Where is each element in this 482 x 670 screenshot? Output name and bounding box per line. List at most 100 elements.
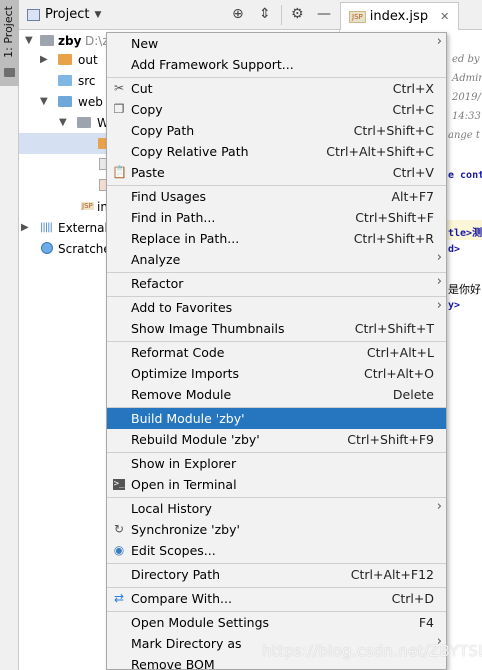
menu-item-label: Add Framework Support... <box>131 57 294 72</box>
project-tool-tab[interactable]: 1: Project <box>0 0 19 86</box>
menu-item-label: Replace in Path... <box>131 231 240 246</box>
menu-item-label: Copy Path <box>131 123 195 138</box>
project-tool-tab-label: 1: Project <box>2 6 15 58</box>
menu-item-shortcut: Ctrl+Alt+F12 <box>350 567 434 582</box>
code-line: ange t <box>448 130 480 141</box>
menu-item-build-module[interactable]: Build Module 'zby' <box>107 408 446 429</box>
scope-icon: ◉ <box>113 543 125 557</box>
paste-icon: 📋 <box>112 165 127 179</box>
chevron-down-icon[interactable]: ▼ <box>59 117 67 128</box>
menu-item-open-in-terminal[interactable]: >_ Open in Terminal <box>107 474 446 495</box>
menu-item-local-history[interactable]: Local History › <box>107 498 446 519</box>
locate-icon[interactable]: ⊕ <box>232 6 244 22</box>
editor-tab-index-jsp[interactable]: JSP index.jsp ✕ <box>340 2 459 30</box>
chevron-down-icon: ▼ <box>94 9 102 20</box>
menu-item-label: Edit Scopes... <box>131 543 216 558</box>
menu-item-open-module-settings[interactable]: Open Module Settings F4 <box>107 612 446 633</box>
menu-item-new[interactable]: New › <box>107 33 446 54</box>
menu-item-find-usages[interactable]: Find Usages Alt+F7 <box>107 186 446 207</box>
menu-item-analyze[interactable]: Analyze › <box>107 249 446 270</box>
menu-item-add-to-favorites[interactable]: Add to Favorites › <box>107 297 446 318</box>
menu-item-shortcut: Ctrl+D <box>391 591 434 606</box>
menu-item-label: Reformat Code <box>131 345 225 360</box>
menu-item-label: Directory Path <box>131 567 221 582</box>
code-line: d> <box>448 244 461 255</box>
menu-item-copy-path[interactable]: Copy Path Ctrl+Shift+C <box>107 120 446 141</box>
menu-item-copy-relative-path[interactable]: Copy Relative Path Ctrl+Alt+Shift+C <box>107 141 446 162</box>
code-line: 是你好 <box>448 283 481 296</box>
gear-icon[interactable]: ⚙ <box>291 6 304 22</box>
menu-item-label: Analyze <box>131 252 181 267</box>
menu-item-label: Rebuild Module 'zby' <box>131 432 260 447</box>
menu-item-synchronize[interactable]: ↻ Synchronize 'zby' <box>107 519 446 540</box>
collapse-icon[interactable]: ⇕ <box>259 6 271 22</box>
submenu-arrow-icon: › <box>436 250 442 265</box>
menu-item-shortcut: Ctrl+Shift+T <box>354 321 434 336</box>
menu-item-shortcut: Alt+F7 <box>391 189 434 204</box>
menu-item-cut[interactable]: ✂ Cut Ctrl+X <box>107 78 446 99</box>
project-title: Project <box>45 7 90 22</box>
module-folder-icon <box>40 35 54 46</box>
menu-item-replace-in-path[interactable]: Replace in Path... Ctrl+Shift+R <box>107 228 446 249</box>
menu-item-refactor[interactable]: Refactor › <box>107 273 446 294</box>
jsp-file-icon: JSP <box>349 10 366 23</box>
menu-item-label: Open in Terminal <box>131 477 237 492</box>
menu-item-optimize-imports[interactable]: Optimize Imports Ctrl+Alt+O <box>107 363 446 384</box>
submenu-arrow-icon: › <box>436 298 442 313</box>
tool-window-strip: 1: Project <box>0 0 19 670</box>
menu-item-shortcut: Ctrl+Alt+L <box>366 345 434 360</box>
menu-item-add-framework-support[interactable]: Add Framework Support... <box>107 54 446 75</box>
menu-item-label: Mark Directory as <box>131 636 242 651</box>
menu-item-shortcut: Delete <box>392 387 434 402</box>
chevron-right-icon[interactable]: ▶ <box>21 222 29 233</box>
menu-item-reformat-code[interactable]: Reformat Code Ctrl+Alt+L <box>107 342 446 363</box>
menu-item-edit-scopes[interactable]: ◉ Edit Scopes... <box>107 540 446 561</box>
menu-item-compare-with[interactable]: ⇄ Compare With... Ctrl+D <box>107 588 446 609</box>
submenu-arrow-icon: › <box>436 499 442 514</box>
code-line: 2019/ <box>452 92 481 103</box>
chevron-down-icon[interactable]: ▼ <box>40 96 48 107</box>
folder-icon <box>4 68 15 77</box>
menu-item-label: Open Module Settings <box>131 615 270 630</box>
context-menu: New › Add Framework Support... ✂ Cut Ctr… <box>106 32 447 670</box>
library-icon: ||||| <box>40 222 53 233</box>
menu-item-find-in-path[interactable]: Find in Path... Ctrl+Shift+F <box>107 207 446 228</box>
chevron-right-icon[interactable]: ▶ <box>40 54 48 65</box>
menu-item-remove-module[interactable]: Remove Module Delete <box>107 384 446 405</box>
menu-item-show-in-explorer[interactable]: Show in Explorer <box>107 453 446 474</box>
chevron-down-icon[interactable]: ▼ <box>25 35 33 46</box>
jsp-file-icon: JSP <box>81 202 94 210</box>
menu-item-label: New <box>131 36 159 51</box>
root-label: zby <box>58 33 82 48</box>
menu-item-label: Paste <box>131 165 165 180</box>
menu-item-label: Refactor <box>131 276 184 291</box>
close-icon[interactable]: ✕ <box>440 10 449 23</box>
menu-item-paste[interactable]: 📋 Paste Ctrl+V <box>107 162 446 183</box>
project-view-selector[interactable]: Project ▼ <box>27 7 101 22</box>
submenu-arrow-icon: › <box>436 274 442 289</box>
menu-item-shortcut: Ctrl+Shift+C <box>353 123 434 138</box>
hide-icon[interactable]: — <box>317 6 331 22</box>
compare-icon: ⇄ <box>113 591 125 605</box>
menu-item-show-image-thumbnails[interactable]: Show Image Thumbnails Ctrl+Shift+T <box>107 318 446 339</box>
menu-item-copy[interactable]: ❐ Copy Ctrl+C <box>107 99 446 120</box>
menu-item-label: Remove BOM <box>131 657 215 670</box>
tree-item-label: External <box>58 220 108 235</box>
menu-item-shortcut: Ctrl+Alt+O <box>364 366 434 381</box>
menu-item-label: Optimize Imports <box>131 366 240 381</box>
folder-icon <box>77 117 91 128</box>
menu-item-label: Show Image Thumbnails <box>131 321 285 336</box>
menu-item-label: Remove Module <box>131 387 232 402</box>
menu-item-shortcut: Ctrl+X <box>392 81 434 96</box>
menu-item-shortcut: Ctrl+C <box>392 102 434 117</box>
editor-tab-label: index.jsp <box>369 9 429 24</box>
menu-item-label: Find in Path... <box>131 210 216 225</box>
tree-item-label: out <box>78 52 98 67</box>
project-header: Project ▼ ⊕ ⇕ ⚙ — JSP index.jsp ✕ <box>19 0 482 30</box>
menu-item-label: Compare With... <box>131 591 232 606</box>
menu-item-rebuild-module[interactable]: Rebuild Module 'zby' Ctrl+Shift+F9 <box>107 429 446 450</box>
code-line: e cont <box>448 170 482 181</box>
menu-item-directory-path[interactable]: Directory Path Ctrl+Alt+F12 <box>107 564 446 585</box>
menu-item-shortcut: Ctrl+Shift+R <box>353 231 434 246</box>
menu-item-shortcut: Ctrl+V <box>392 165 434 180</box>
